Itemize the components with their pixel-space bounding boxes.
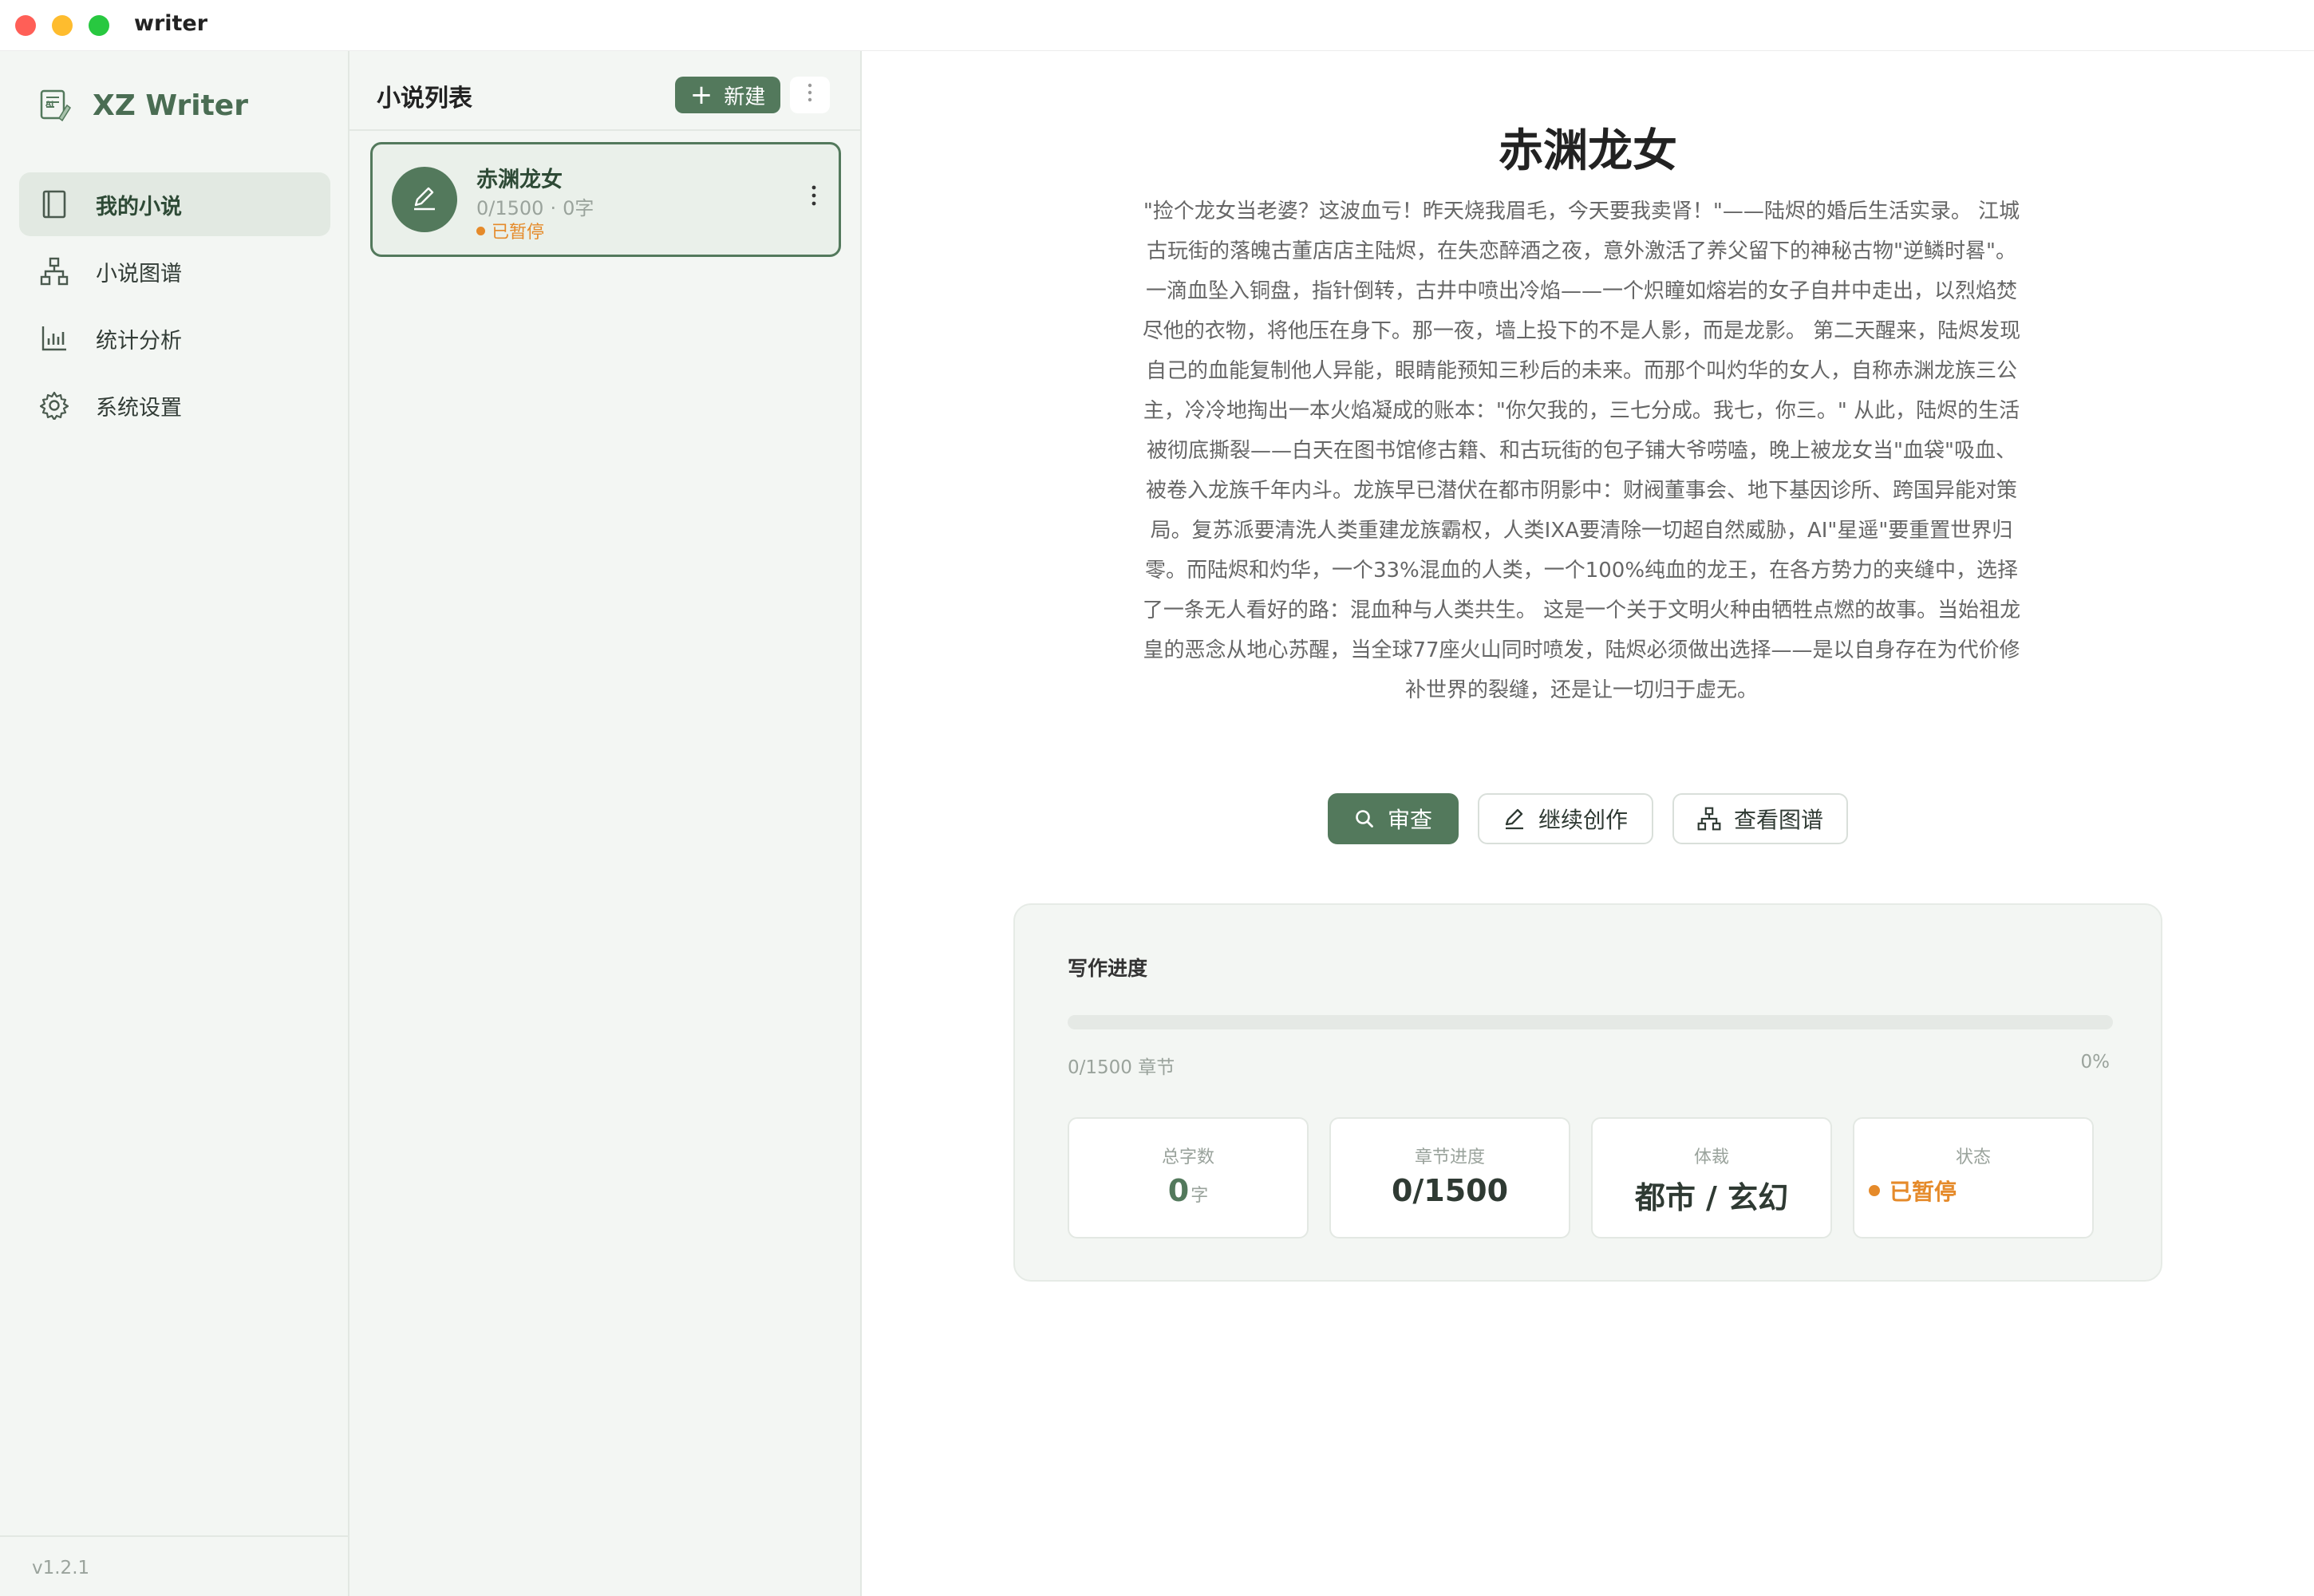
sidebar-item-label: 我的小说 xyxy=(96,194,182,219)
progress-percent-text: 0% xyxy=(2080,1052,2111,1073)
divider xyxy=(0,1535,349,1537)
stat-card-chapter-progress: 章节进度 0/1500 xyxy=(1329,1117,1570,1238)
title-bar: writer xyxy=(0,0,2314,51)
new-novel-button[interactable]: + 新建 xyxy=(675,77,780,113)
novel-list-item[interactable]: 赤渊龙女 0/1500 · 0字 已暂停 xyxy=(370,142,841,257)
progress-title: 写作进度 xyxy=(1068,957,1148,980)
total-words-value: 0 xyxy=(1167,1173,1190,1208)
novel-meta: 0/1500 · 0字 xyxy=(476,197,594,219)
stat-label: 体裁 xyxy=(1693,1148,1729,1167)
maximize-window-button[interactable] xyxy=(89,15,109,36)
action-bar: 审查 继续创作 查看图谱 xyxy=(862,793,2314,844)
brand[interactable]: AI XZ Writer xyxy=(35,81,248,129)
sidebar-item-my-novels[interactable]: 我的小说 xyxy=(19,172,330,236)
total-words-unit: 字 xyxy=(1191,1186,1209,1206)
genre-value: 都市 / 玄幻 xyxy=(1634,1180,1789,1215)
sidebar: AI XZ Writer 我的小说 小说图谱 统计分析 系统设置 v1.2.1 xyxy=(0,51,349,1596)
list-title: 小说列表 xyxy=(377,85,472,113)
novel-synopsis: "捡个龙女当老婆？这波血亏！昨天烧我眉毛，今天要我卖肾！"——陆烬的婚后生活实录… xyxy=(1142,200,2021,702)
status-dot xyxy=(1869,1185,1880,1196)
app-version: v1.2.1 xyxy=(32,1558,90,1578)
continue-writing-button[interactable]: 继续创作 xyxy=(1478,793,1653,844)
book-icon xyxy=(38,188,70,220)
svg-text:AI: AI xyxy=(45,101,53,109)
chapter-progress-value: 0/1500 xyxy=(1391,1173,1509,1208)
sidebar-item-novel-graph[interactable]: 小说图谱 xyxy=(19,239,330,303)
stat-label: 章节进度 xyxy=(1414,1148,1485,1167)
continue-writing-label: 继续创作 xyxy=(1538,807,1628,833)
close-window-button[interactable] xyxy=(15,15,36,36)
view-graph-label: 查看图谱 xyxy=(1733,807,1823,833)
list-header: 小说列表 + 新建 xyxy=(349,51,860,131)
stat-label: 状态 xyxy=(1955,1148,1991,1167)
sidebar-item-label: 小说图谱 xyxy=(96,261,182,286)
stat-card-total-words: 总字数 0字 xyxy=(1068,1117,1309,1238)
status-badge: 已暂停 xyxy=(1869,1175,1957,1207)
graph-icon xyxy=(1697,807,1721,831)
sidebar-item-statistics[interactable]: 统计分析 xyxy=(19,306,330,370)
novel-menu-button[interactable] xyxy=(811,184,816,212)
review-button[interactable]: 审查 xyxy=(1328,793,1459,844)
sidebar-nav: 我的小说 小说图谱 统计分析 系统设置 xyxy=(19,172,330,440)
sidebar-item-label: 系统设置 xyxy=(96,395,182,421)
novel-status-text: 已暂停 xyxy=(492,223,545,243)
progress-bar xyxy=(1068,1015,2113,1029)
more-vertical-icon xyxy=(808,83,812,107)
novel-status-badge: 已暂停 xyxy=(476,218,544,243)
novel-word-count: 0字 xyxy=(563,197,594,219)
writing-progress-panel: 写作进度 0/1500 章节 0% 总字数 0字 章节进度 0/1500 体裁 … xyxy=(1013,903,2162,1282)
new-novel-label: 新建 xyxy=(724,85,766,109)
stat-label: 总字数 xyxy=(1161,1148,1214,1167)
sidebar-item-settings[interactable]: 系统设置 xyxy=(19,373,330,437)
plus-icon: + xyxy=(689,79,713,111)
novel-detail: 赤渊龙女 "捡个龙女当老婆？这波血亏！昨天烧我眉毛，今天要我卖肾！"——陆烬的婚… xyxy=(862,51,2314,1596)
status-dot xyxy=(476,226,485,235)
stat-card-genre: 体裁 都市 / 玄幻 xyxy=(1591,1117,1832,1238)
pen-icon xyxy=(411,184,438,215)
novel-title: 赤渊龙女 xyxy=(476,168,563,192)
app-name: XZ Writer xyxy=(93,89,248,122)
stats-row: 总字数 0字 章节进度 0/1500 体裁 都市 / 玄幻 状态 已暂停 xyxy=(1068,1117,2115,1238)
stat-card-status: 状态 已暂停 xyxy=(1853,1117,2094,1238)
progress-chapters-text: 0/1500 章节 xyxy=(1068,1057,1175,1078)
review-label: 审查 xyxy=(1387,807,1432,833)
search-icon xyxy=(1354,808,1375,829)
novel-detail-title: 赤渊龙女 xyxy=(1499,125,1677,177)
more-vertical-icon xyxy=(811,184,816,212)
status-value: 已暂停 xyxy=(1890,1179,1957,1205)
novel-chapter-count: 0/1500 xyxy=(476,197,544,219)
window-title: writer xyxy=(134,11,208,36)
pen-icon xyxy=(1503,808,1526,830)
view-graph-button[interactable]: 查看图谱 xyxy=(1672,793,1848,844)
chart-icon xyxy=(38,322,70,354)
list-more-button[interactable] xyxy=(790,77,830,113)
minimize-window-button[interactable] xyxy=(52,15,73,36)
graph-icon xyxy=(38,255,70,287)
stat-value: 0字 xyxy=(1069,1173,1307,1208)
sidebar-item-label: 统计分析 xyxy=(96,328,182,354)
app-logo-icon: AI xyxy=(35,86,73,124)
novel-list-panel: 小说列表 + 新建 赤渊龙女 0/1500 · 0字 已暂停 xyxy=(349,51,862,1596)
gear-icon xyxy=(38,389,70,421)
novel-avatar xyxy=(392,167,457,232)
